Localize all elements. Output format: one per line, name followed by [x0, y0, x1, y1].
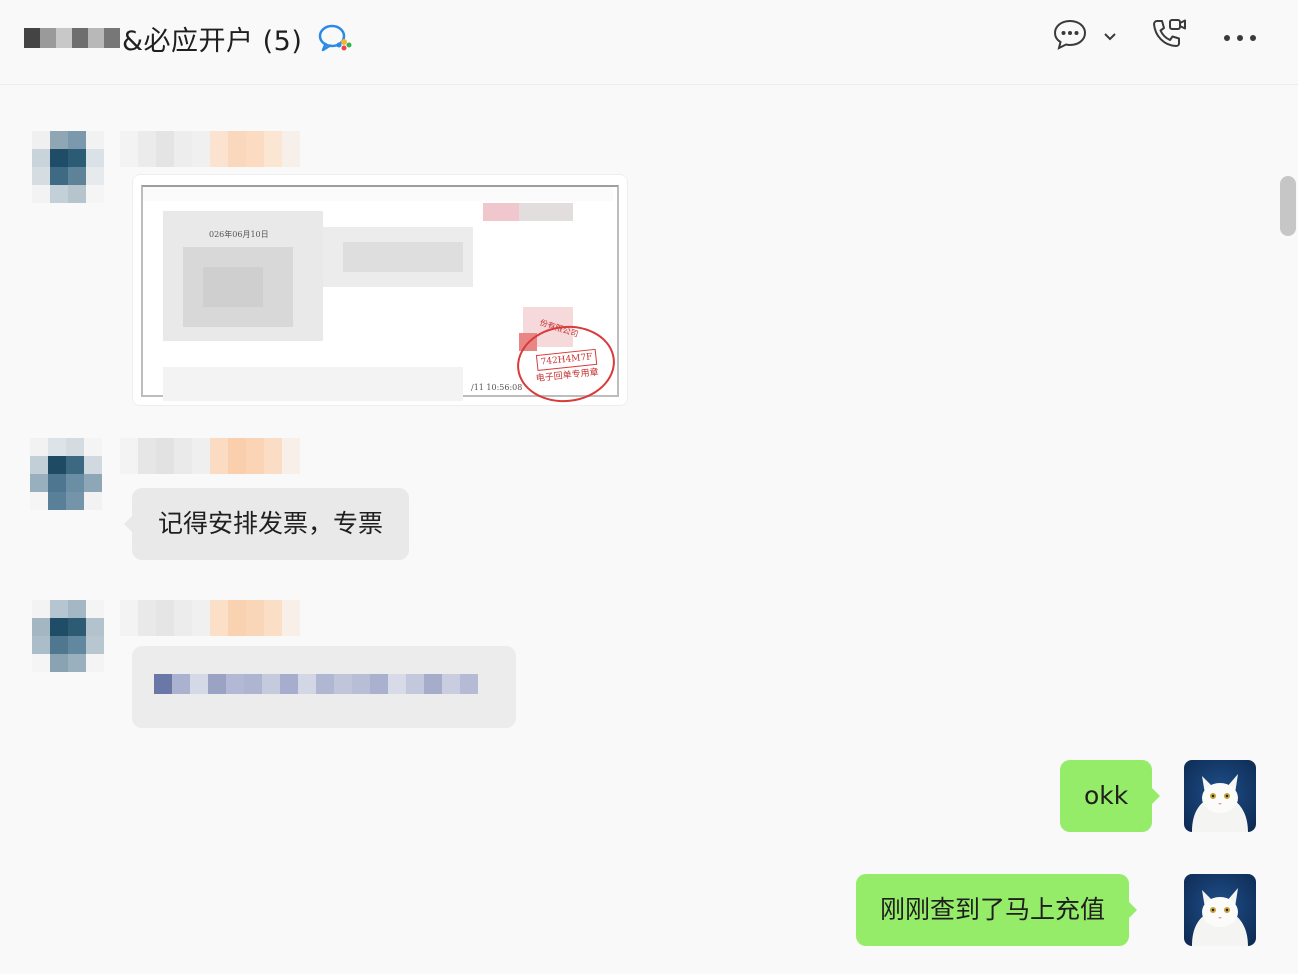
- incoming-message-redacted[interactable]: [132, 646, 516, 728]
- more-horizontal-icon: [1223, 27, 1257, 46]
- sender-avatar[interactable]: [32, 600, 104, 672]
- sender-name-redacted: [120, 131, 300, 167]
- group-chat-icon: [316, 21, 354, 55]
- sender-avatar[interactable]: [30, 438, 102, 510]
- sender-avatar[interactable]: [32, 131, 104, 203]
- chat-title-wrap: &必应开户 (5): [24, 18, 354, 58]
- my-avatar[interactable]: [1184, 874, 1256, 946]
- scrollbar-thumb[interactable]: [1280, 176, 1296, 236]
- sender-name-redacted: [120, 600, 300, 636]
- message-list[interactable]: 026年06月10日 份有限公司 742H4M7F 电子回单专用章 /11 10…: [0, 85, 1298, 974]
- cat-avatar-icon: [1184, 760, 1256, 832]
- redacted-text: [154, 674, 478, 694]
- sender-name-redacted: [120, 438, 300, 474]
- chat-title: &必应开户 (5): [122, 25, 303, 57]
- invoice-image-message[interactable]: 026年06月10日 份有限公司 742H4M7F 电子回单专用章 /11 10…: [132, 174, 628, 406]
- phone-video-icon: [1148, 16, 1188, 56]
- cat-avatar-icon: [1184, 874, 1256, 946]
- outgoing-message-bubble[interactable]: 刚刚查到了马上充值: [856, 874, 1138, 946]
- redacted-title-prefix: [24, 28, 120, 48]
- outgoing-message-bubble[interactable]: okk: [1060, 760, 1161, 832]
- chat-header: &必应开户 (5): [0, 0, 1298, 85]
- chat-bubble-icon: [1051, 17, 1089, 55]
- chat-menu-button[interactable]: [1046, 18, 1122, 54]
- incoming-message-bubble[interactable]: 记得安排发票，专票: [123, 488, 410, 560]
- more-options-button[interactable]: [1216, 20, 1264, 52]
- invoice-image: 026年06月10日 份有限公司 742H4M7F 电子回单专用章 /11 10…: [141, 185, 619, 405]
- invoice-date-text: 026年06月10日: [209, 230, 269, 239]
- call-button[interactable]: [1146, 16, 1190, 56]
- my-avatar[interactable]: [1184, 760, 1256, 832]
- chevron-down-icon: [1103, 27, 1117, 46]
- invoice-footer-text: /11 10:56:08: [471, 383, 523, 392]
